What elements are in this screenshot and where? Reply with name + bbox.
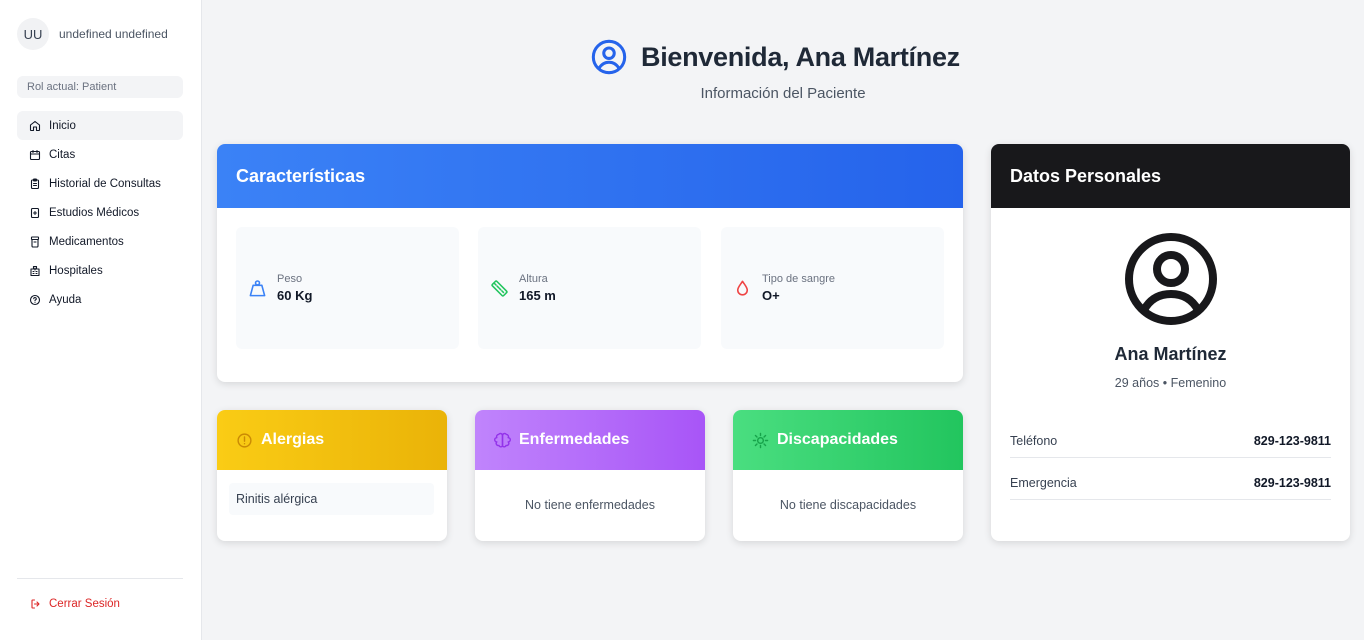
weight-label: Peso [277, 273, 303, 285]
sidebar: UU undefined undefined Rol actual: Patie… [0, 0, 202, 640]
personal-data-card: Datos Personales Ana Martínez 29 años • … [991, 144, 1350, 541]
characteristics-card: Características Peso 60 Kg Altura 165 m … [217, 144, 963, 382]
sidebar-item-historial[interactable]: Historial de Consultas [17, 169, 183, 198]
weight-metric: Peso 60 Kg [236, 227, 459, 349]
phone-value: 829-123-9811 [1253, 433, 1331, 448]
phone-row: Teléfono 829-123-9811 [1010, 424, 1331, 458]
welcome-header: Bienvenida, Ana Martínez [590, 38, 960, 76]
pill-bottle-icon [29, 235, 41, 248]
logout-label: Cerrar Sesión [49, 598, 120, 610]
sidebar-item-label: Citas [49, 148, 76, 161]
home-icon [29, 120, 41, 132]
blood-type-value: O+ [762, 288, 780, 303]
disabilities-card: Discapacidades No tiene discapacidades [733, 410, 963, 541]
sidebar-item-label: Hospitales [49, 264, 103, 277]
sidebar-item-inicio[interactable]: Inicio [17, 111, 183, 140]
diseases-title: Enfermedades [519, 431, 630, 448]
brain-icon [494, 432, 511, 448]
sidebar-item-label: Estudios Médicos [49, 206, 140, 219]
emergency-row: Emergencia 829-123-9811 [1010, 466, 1331, 500]
disabilities-empty-text: No tiene discapacidades [779, 498, 917, 512]
sidebar-item-medicamentos[interactable]: Medicamentos [17, 227, 183, 256]
disabilities-header: Discapacidades [733, 410, 963, 470]
sidebar-item-label: Medicamentos [49, 235, 124, 248]
user-name: undefined undefined [59, 27, 168, 41]
droplet-icon [736, 280, 749, 296]
allergies-header: Alergias [217, 410, 447, 470]
disabilities-title: Discapacidades [777, 431, 898, 448]
user-profile: UU undefined undefined [17, 18, 168, 50]
diseases-header: Enfermedades [475, 410, 705, 470]
allergies-card: Alergias Rinitis alérgica [217, 410, 447, 541]
sidebar-item-estudios[interactable]: Estudios Médicos [17, 198, 183, 227]
alert-circle-icon [237, 432, 252, 448]
weight-icon [249, 279, 266, 296]
accessibility-icon [752, 432, 769, 448]
characteristics-title: Características [217, 144, 963, 208]
blood-type-metric: Tipo de sangre O+ [721, 227, 944, 349]
personal-data-title: Datos Personales [991, 144, 1350, 208]
avatar: UU [17, 18, 49, 50]
sidebar-item-label: Ayuda [49, 293, 82, 306]
phone-label: Teléfono [1010, 433, 1058, 448]
emergency-value: 829-123-9811 [1253, 475, 1331, 490]
page-subtitle: Información del Paciente [700, 85, 866, 102]
sidebar-item-citas[interactable]: Citas [17, 140, 183, 169]
hospital-icon [29, 265, 41, 277]
logout-icon [31, 599, 40, 609]
user-circle-icon [591, 39, 627, 75]
height-label: Altura [519, 273, 548, 285]
blood-type-label: Tipo de sangre [762, 273, 835, 285]
sidebar-item-hospitales[interactable]: Hospitales [17, 256, 183, 285]
clipboard-icon [29, 177, 41, 190]
help-circle-icon [29, 294, 41, 306]
sidebar-item-ayuda[interactable]: Ayuda [17, 285, 183, 314]
patient-name: Ana Martínez [1114, 344, 1227, 364]
role-badge: Rol actual: Patient [17, 76, 183, 98]
calendar-icon [29, 149, 41, 161]
allergies-title: Alergias [261, 431, 325, 448]
height-value: 165 m [519, 288, 556, 303]
diseases-empty-text: No tiene enfermedades [525, 498, 655, 512]
page-title: Bienvenida, Ana Martínez [641, 41, 960, 72]
ruler-icon [491, 279, 508, 297]
weight-value: 60 Kg [277, 288, 313, 303]
emergency-label: Emergencia [1010, 475, 1077, 490]
sidebar-item-label: Inicio [49, 119, 76, 132]
user-circle-icon [1125, 233, 1217, 325]
sidebar-item-label: Historial de Consultas [49, 177, 161, 190]
sidebar-divider [17, 578, 183, 579]
sidebar-nav: Inicio Citas Historial de Consultas Estu… [17, 111, 183, 314]
logout-button[interactable]: Cerrar Sesión [30, 598, 120, 610]
height-metric: Altura 165 m [478, 227, 701, 349]
diseases-card: Enfermedades No tiene enfermedades [475, 410, 705, 541]
file-plus-icon [29, 207, 41, 219]
allergy-item: Rinitis alérgica [229, 483, 434, 515]
patient-age-gender: 29 años • Femenino [1114, 376, 1227, 390]
